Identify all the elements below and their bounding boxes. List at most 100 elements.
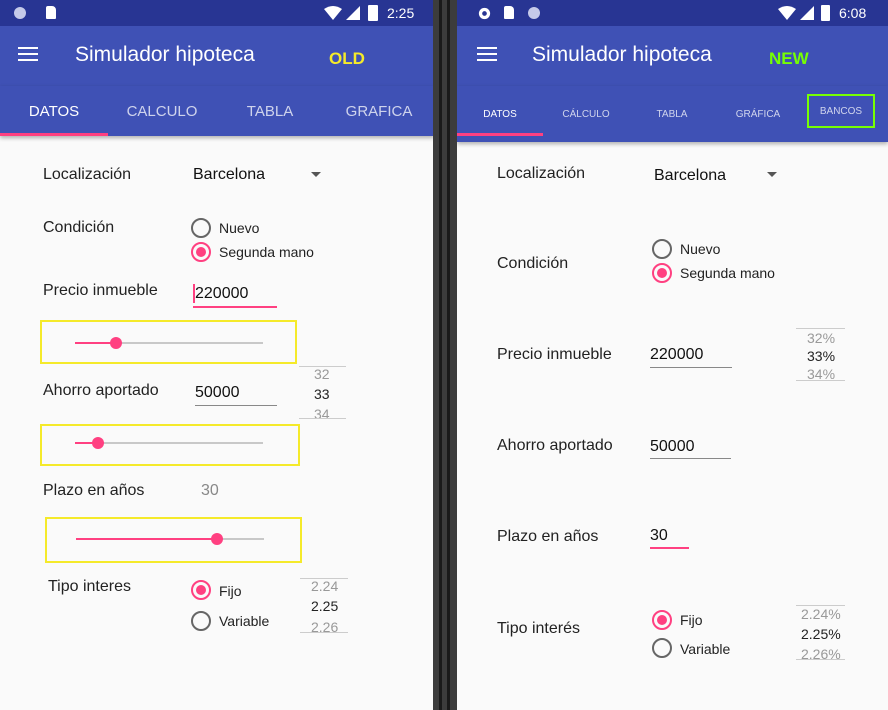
radio-segunda-mano-label: Segunda mano [680,265,775,281]
radio-variable[interactable] [191,611,211,631]
version-tag: NEW [769,49,809,68]
tab-bar: DATOS CALCULO TABLA GRAFICA [0,86,434,136]
savings-input-underline [650,458,731,459]
signal-icon [346,6,360,20]
tab-grafica[interactable]: GRAFICA [324,86,434,136]
notification-dot-icon [14,7,26,19]
app-title: Simulador hipoteca [75,43,255,66]
dropdown-arrow-icon[interactable] [767,172,777,177]
radio-fijo[interactable] [652,610,672,630]
app-title: Simulador hipoteca [532,43,712,66]
savings-picker-prev[interactable]: 32 [314,366,330,382]
savings-input[interactable]: 50000 [650,438,695,456]
radio-fijo[interactable] [191,580,211,600]
radio-segunda-mano-label: Segunda mano [219,244,314,260]
price-input-underline [650,367,732,368]
picker-divider [796,328,845,329]
term-slider-fill [76,538,217,540]
savings-label: Ahorro aportado [497,437,613,454]
radio-variable-label: Variable [680,641,731,657]
status-bar: 6:08 [457,0,888,26]
price-percent-picker-selected[interactable]: 33% [807,348,835,364]
interest-picker-prev[interactable]: 2.24 [311,578,338,594]
savings-label: Ahorro aportado [43,382,159,399]
old-app-screen: 2:25 Simulador hipoteca OLD DATOS CALCUL… [0,0,434,710]
savings-input[interactable]: 50000 [195,384,240,402]
location-select[interactable]: Barcelona [654,167,726,185]
interest-picker-prev[interactable]: 2.24% [801,606,841,622]
status-time: 6:08 [839,5,867,21]
picker-divider [796,380,845,381]
signal-icon [800,6,814,20]
radio-variable[interactable] [652,638,672,658]
tab-tabla[interactable]: TABLA [629,86,715,142]
app-bar: Simulador hipoteca OLD [0,26,434,86]
savings-slider-thumb[interactable] [92,437,104,449]
term-label: Plazo en años [43,482,145,499]
radio-segunda-mano[interactable] [652,263,672,283]
settings-gear-icon [478,7,491,20]
price-label: Precio inmueble [43,282,158,299]
dropdown-arrow-icon[interactable] [311,172,321,177]
term-value: 30 [201,482,219,499]
savings-slider-highlight [40,424,300,466]
menu-icon[interactable] [18,47,38,63]
picker-divider [300,632,348,633]
location-select[interactable]: Barcelona [193,166,265,184]
term-slider-highlight [45,517,302,563]
interest-picker-selected[interactable]: 2.25 [311,598,338,614]
radio-nuevo[interactable] [652,239,672,259]
price-slider-thumb[interactable] [110,337,122,349]
notification-dot-icon [528,7,540,19]
location-label: Localización [497,165,586,182]
radio-nuevo[interactable] [191,218,211,238]
tab-tabla[interactable]: TABLA [216,86,324,136]
app-bar: Simulador hipoteca NEW [457,26,888,86]
price-input-underline [193,306,277,308]
tab-calculo[interactable]: CÁLCULO [543,86,629,142]
sd-card-icon [504,6,514,19]
condition-label: Condición [43,219,115,236]
term-input[interactable]: 30 [650,527,668,545]
savings-input-underline [195,405,277,406]
radio-segunda-mano[interactable] [191,242,211,262]
radio-nuevo-label: Nuevo [219,220,260,236]
status-bar: 2:25 [0,0,434,26]
radio-nuevo-label: Nuevo [680,241,721,257]
radio-fijo-label: Fijo [219,583,242,599]
location-label: Localización [43,166,132,183]
price-input[interactable]: 220000 [650,346,703,364]
savings-picker-selected[interactable]: 33 [314,386,330,402]
price-input[interactable]: 220000 [195,285,248,303]
wifi-icon [324,6,342,20]
price-label: Precio inmueble [497,346,612,363]
battery-icon [821,5,830,21]
text-cursor [193,284,195,303]
menu-icon[interactable] [477,47,497,63]
savings-picker-next[interactable]: 34 [314,406,330,422]
tab-calculo[interactable]: CALCULO [108,86,216,136]
battery-charging-icon [368,5,378,21]
term-input-underline [650,547,689,549]
tab-grafica[interactable]: GRÁFICA [715,86,801,142]
radio-fijo-label: Fijo [680,612,703,628]
tab-bancos[interactable]: BANCOS [807,94,875,128]
version-tag: OLD [329,49,365,68]
status-time: 2:25 [387,5,415,21]
screens-divider [433,0,457,710]
interest-label: Tipo interes [48,578,131,595]
tab-indicator [0,133,108,136]
term-label: Plazo en años [497,528,599,545]
interest-picker-selected[interactable]: 2.25% [801,626,841,642]
tab-datos[interactable]: DATOS [0,86,108,136]
picker-divider [796,659,845,660]
picker-divider [299,418,346,419]
term-slider-thumb[interactable] [211,533,223,545]
price-percent-picker-prev[interactable]: 32% [807,330,835,346]
sd-card-icon [46,6,56,19]
new-app-screen: 6:08 Simulador hipoteca NEW DATOS CÁLCUL… [457,0,888,710]
interest-label: Tipo interés [497,620,580,637]
wifi-icon [778,6,796,20]
tab-bar: DATOS CÁLCULO TABLA GRÁFICA BANCOS [457,86,888,142]
radio-variable-label: Variable [219,613,270,629]
